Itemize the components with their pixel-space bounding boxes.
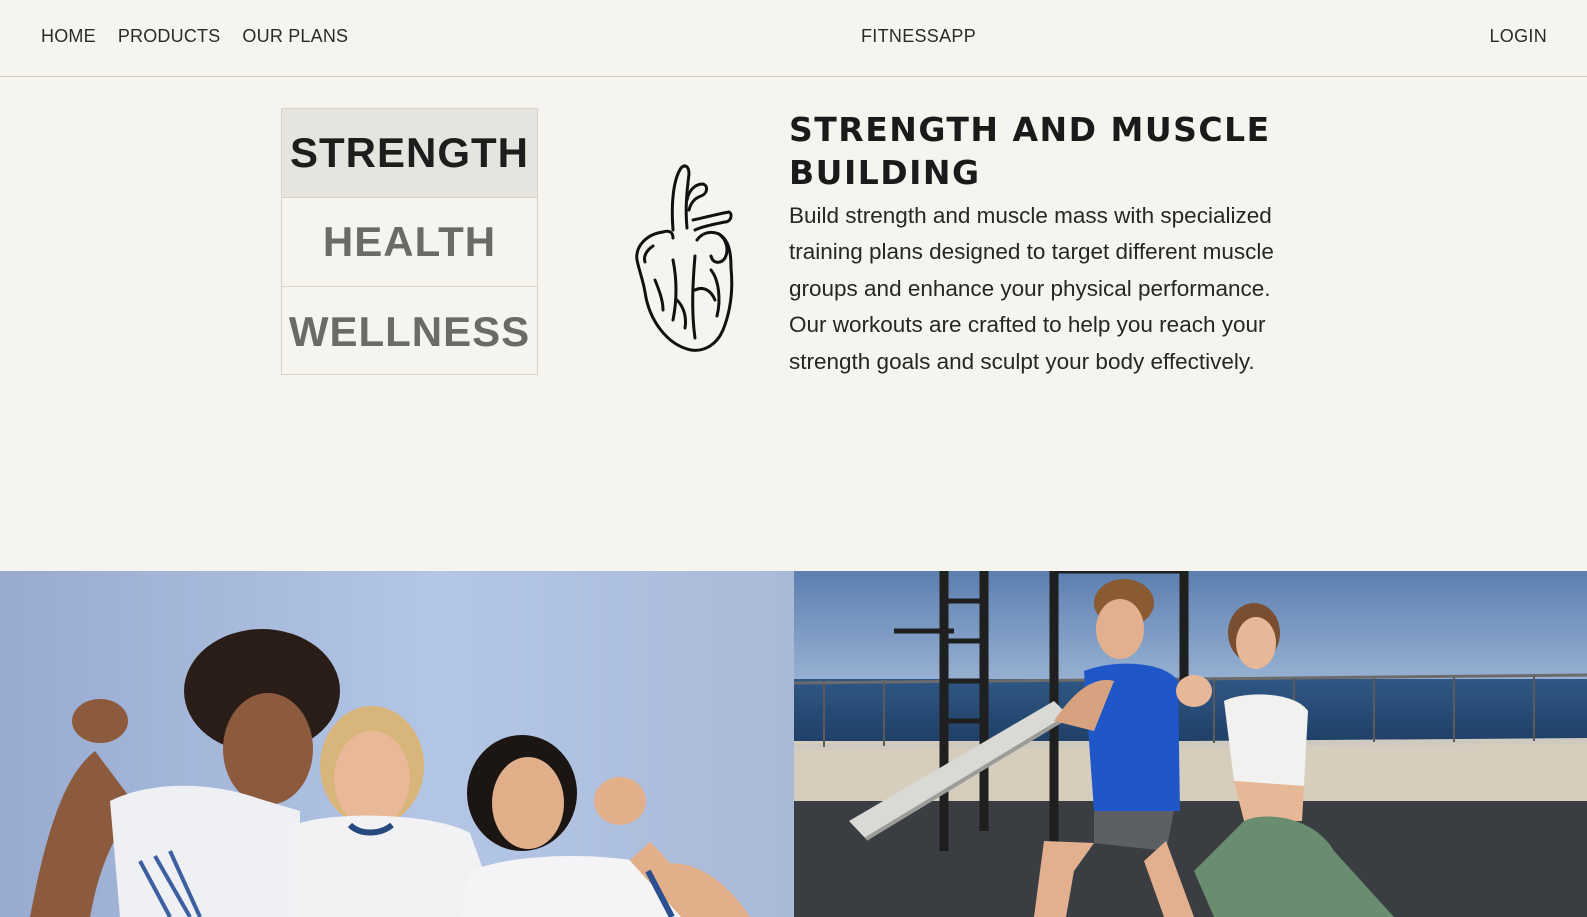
feature-title: STRENGTH AND MUSCLE BUILDING — [789, 110, 1271, 192]
couple-lunges-outdoor-photo — [794, 571, 1587, 917]
feature-description: STRENGTH AND MUSCLE BUILDING Build stren… — [789, 108, 1289, 380]
tab-wellness[interactable]: WELLNESS — [282, 287, 537, 376]
top-navigation-bar: HOME PRODUCTS OUR PLANS FITNESSAPP LOGIN — [0, 0, 1587, 77]
tab-health[interactable]: HEALTH — [282, 198, 537, 287]
tab-strength[interactable]: STRENGTH — [282, 109, 537, 198]
nav-products-link[interactable]: PRODUCTS — [118, 26, 221, 46]
feature-body: Build strength and muscle mass with spec… — [789, 203, 1274, 374]
brand-logo-text[interactable]: FITNESSAPP — [861, 26, 976, 46]
main-nav: HOME PRODUCTS OUR PLANS — [41, 26, 370, 46]
heart-icon — [633, 160, 743, 360]
nav-our-plans-link[interactable]: OUR PLANS — [242, 26, 348, 46]
nav-home-link[interactable]: HOME — [41, 26, 96, 46]
login-link[interactable]: LOGIN — [1489, 26, 1547, 46]
group-women-celebrating-photo — [0, 571, 794, 917]
category-tabs: STRENGTH HEALTH WELLNESS — [281, 108, 538, 375]
